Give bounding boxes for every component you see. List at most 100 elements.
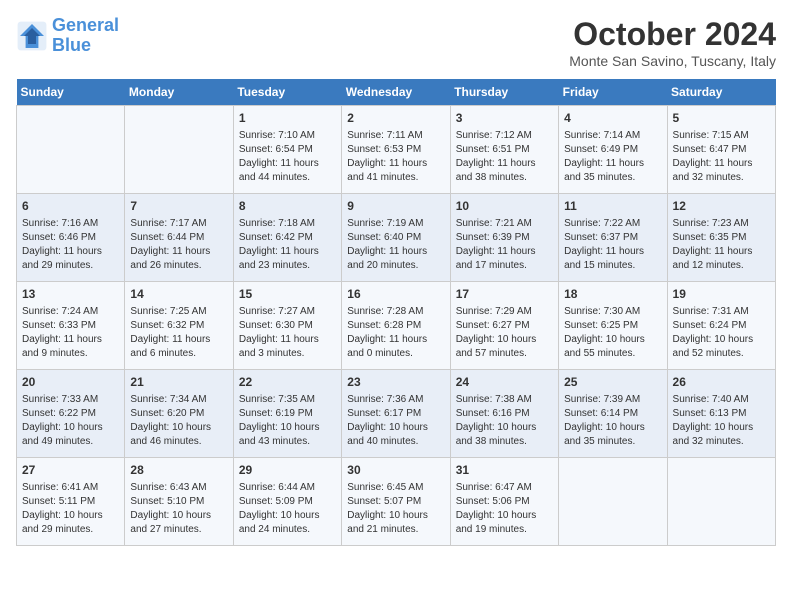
calendar-week-3: 13Sunrise: 7:24 AMSunset: 6:33 PMDayligh… (17, 282, 776, 370)
day-info: Sunrise: 7:21 AMSunset: 6:39 PMDaylight:… (456, 217, 553, 273)
day-info: Sunrise: 7:22 AMSunset: 6:37 PMDaylight:… (564, 217, 661, 273)
calendar-cell: 14 Sunrise: 7:25 AMSunset: 6:32 PMDayligh… (125, 282, 233, 370)
calendar-cell: 24 Sunrise: 7:38 AMSunset: 6:16 PMDayligh… (450, 370, 558, 458)
logo-icon (16, 20, 48, 52)
header-wednesday: Wednesday (342, 79, 450, 106)
day-number: 20 (22, 374, 119, 391)
day-number: 2 (347, 110, 444, 127)
day-number: 7 (130, 198, 227, 215)
day-number: 14 (130, 286, 227, 303)
day-info: Sunrise: 6:47 AMSunset: 5:06 PMDaylight:… (456, 481, 553, 537)
title-block: October 2024 Monte San Savino, Tuscany, … (569, 16, 776, 69)
day-info: Sunrise: 6:45 AMSunset: 5:07 PMDaylight:… (347, 481, 444, 537)
day-info: Sunrise: 7:31 AMSunset: 6:24 PMDaylight:… (673, 305, 770, 361)
day-info: Sunrise: 7:33 AMSunset: 6:22 PMDaylight:… (22, 393, 119, 449)
calendar-cell: 3 Sunrise: 7:12 AMSunset: 6:51 PMDaylight… (450, 106, 558, 194)
calendar-cell: 11 Sunrise: 7:22 AMSunset: 6:37 PMDayligh… (559, 194, 667, 282)
day-info: Sunrise: 7:30 AMSunset: 6:25 PMDaylight:… (564, 305, 661, 361)
day-info: Sunrise: 7:36 AMSunset: 6:17 PMDaylight:… (347, 393, 444, 449)
calendar-week-5: 27 Sunrise: 6:41 AMSunset: 5:11 PMDayligh… (17, 458, 776, 546)
day-info: Sunrise: 7:25 AMSunset: 6:32 PMDaylight:… (130, 305, 227, 361)
day-number: 30 (347, 462, 444, 479)
day-number: 17 (456, 286, 553, 303)
calendar-cell: 5 Sunrise: 7:15 AMSunset: 6:47 PMDaylight… (667, 106, 775, 194)
calendar-cell: 18 Sunrise: 7:30 AMSunset: 6:25 PMDayligh… (559, 282, 667, 370)
calendar-week-2: 6 Sunrise: 7:16 AMSunset: 6:46 PMDaylight… (17, 194, 776, 282)
day-info: Sunrise: 7:12 AMSunset: 6:51 PMDaylight:… (456, 129, 553, 185)
day-info: Sunrise: 6:41 AMSunset: 5:11 PMDaylight:… (22, 481, 119, 537)
day-number: 21 (130, 374, 227, 391)
header-thursday: Thursday (450, 79, 558, 106)
day-number: 6 (22, 198, 119, 215)
day-info: Sunrise: 7:15 AMSunset: 6:47 PMDaylight:… (673, 129, 770, 185)
day-number: 24 (456, 374, 553, 391)
logo-line2: Blue (52, 35, 91, 55)
day-info: Sunrise: 7:11 AMSunset: 6:53 PMDaylight:… (347, 129, 444, 185)
day-info: Sunrise: 6:43 AMSunset: 5:10 PMDaylight:… (130, 481, 227, 537)
calendar-header: Sunday Monday Tuesday Wednesday Thursday… (17, 79, 776, 106)
day-number: 16 (347, 286, 444, 303)
day-number: 19 (673, 286, 770, 303)
logo: General Blue (16, 16, 119, 56)
day-info: Sunrise: 7:27 AMSunset: 6:30 PMDaylight:… (239, 305, 336, 361)
day-info: Sunrise: 7:34 AMSunset: 6:20 PMDaylight:… (130, 393, 227, 449)
header-tuesday: Tuesday (233, 79, 341, 106)
day-info: Sunrise: 7:39 AMSunset: 6:14 PMDaylight:… (564, 393, 661, 449)
day-number: 29 (239, 462, 336, 479)
calendar-cell: 28 Sunrise: 6:43 AMSunset: 5:10 PMDayligh… (125, 458, 233, 546)
calendar-week-4: 20 Sunrise: 7:33 AMSunset: 6:22 PMDayligh… (17, 370, 776, 458)
day-number: 1 (239, 110, 336, 127)
day-number: 15 (239, 286, 336, 303)
calendar-cell: 16 Sunrise: 7:28 AMSunset: 6:28 PMDayligh… (342, 282, 450, 370)
calendar-cell (125, 106, 233, 194)
calendar-cell: 25Sunrise: 7:39 AMSunset: 6:14 PMDayligh… (559, 370, 667, 458)
calendar-cell: 19 Sunrise: 7:31 AMSunset: 6:24 PMDayligh… (667, 282, 775, 370)
day-number: 18 (564, 286, 661, 303)
day-info: Sunrise: 7:38 AMSunset: 6:16 PMDaylight:… (456, 393, 553, 449)
day-number: 9 (347, 198, 444, 215)
day-number: 3 (456, 110, 553, 127)
location: Monte San Savino, Tuscany, Italy (569, 53, 776, 69)
day-number: 23 (347, 374, 444, 391)
calendar-week-1: 1 Sunrise: 7:10 AMSunset: 6:54 PMDaylight… (17, 106, 776, 194)
day-info: Sunrise: 7:40 AMSunset: 6:13 PMDaylight:… (673, 393, 770, 449)
calendar-cell: 8 Sunrise: 7:18 AMSunset: 6:42 PMDaylight… (233, 194, 341, 282)
day-number: 11 (564, 198, 661, 215)
day-info: Sunrise: 7:24 AMSunset: 6:33 PMDaylight:… (22, 305, 119, 361)
calendar-cell: 27 Sunrise: 6:41 AMSunset: 5:11 PMDayligh… (17, 458, 125, 546)
day-info: Sunrise: 7:28 AMSunset: 6:28 PMDaylight:… (347, 305, 444, 361)
calendar-cell: 29 Sunrise: 6:44 AMSunset: 5:09 PMDayligh… (233, 458, 341, 546)
calendar-cell: 10Sunrise: 7:21 AMSunset: 6:39 PMDayligh… (450, 194, 558, 282)
calendar-cell: 7 Sunrise: 7:17 AMSunset: 6:44 PMDaylight… (125, 194, 233, 282)
day-info: Sunrise: 7:35 AMSunset: 6:19 PMDaylight:… (239, 393, 336, 449)
calendar-cell: 26 Sunrise: 7:40 AMSunset: 6:13 PMDayligh… (667, 370, 775, 458)
calendar-cell: 21 Sunrise: 7:34 AMSunset: 6:20 PMDayligh… (125, 370, 233, 458)
day-info: Sunrise: 7:29 AMSunset: 6:27 PMDaylight:… (456, 305, 553, 361)
day-info: Sunrise: 7:10 AMSunset: 6:54 PMDaylight:… (239, 129, 336, 185)
calendar-cell: 22Sunrise: 7:35 AMSunset: 6:19 PMDayligh… (233, 370, 341, 458)
day-number: 26 (673, 374, 770, 391)
day-info: Sunrise: 6:44 AMSunset: 5:09 PMDaylight:… (239, 481, 336, 537)
logo-line1: General (52, 15, 119, 35)
day-number: 8 (239, 198, 336, 215)
header-monday: Monday (125, 79, 233, 106)
day-number: 5 (673, 110, 770, 127)
day-info: Sunrise: 7:18 AMSunset: 6:42 PMDaylight:… (239, 217, 336, 273)
day-number: 27 (22, 462, 119, 479)
header-sunday: Sunday (17, 79, 125, 106)
day-info: Sunrise: 7:16 AMSunset: 6:46 PMDaylight:… (22, 217, 119, 273)
calendar-body: 1 Sunrise: 7:10 AMSunset: 6:54 PMDaylight… (17, 106, 776, 546)
day-info: Sunrise: 7:17 AMSunset: 6:44 PMDaylight:… (130, 217, 227, 273)
day-number: 28 (130, 462, 227, 479)
month-title: October 2024 (569, 16, 776, 53)
calendar-cell: 12Sunrise: 7:23 AMSunset: 6:35 PMDayligh… (667, 194, 775, 282)
header-friday: Friday (559, 79, 667, 106)
calendar-cell: 17 Sunrise: 7:29 AMSunset: 6:27 PMDayligh… (450, 282, 558, 370)
logo-text: General Blue (52, 16, 119, 56)
day-number: 31 (456, 462, 553, 479)
calendar-cell: 30 Sunrise: 6:45 AMSunset: 5:07 PMDayligh… (342, 458, 450, 546)
calendar-cell: 1 Sunrise: 7:10 AMSunset: 6:54 PMDaylight… (233, 106, 341, 194)
header-row: Sunday Monday Tuesday Wednesday Thursday… (17, 79, 776, 106)
day-number: 4 (564, 110, 661, 127)
page-header: General Blue October 2024 Monte San Savi… (16, 16, 776, 69)
